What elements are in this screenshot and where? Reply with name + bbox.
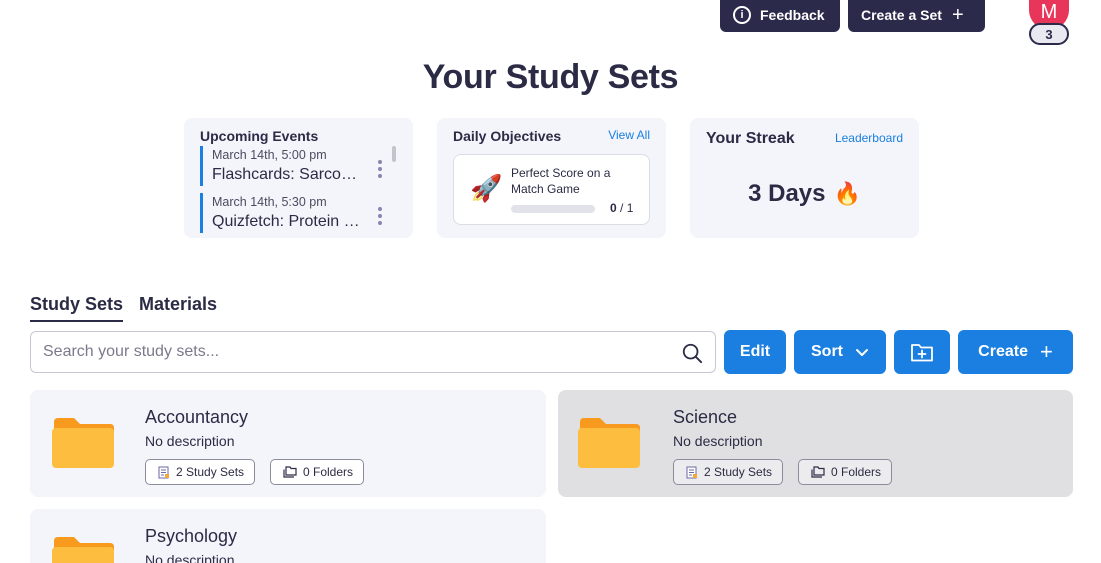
page-title: Your Study Sets	[422, 58, 679, 96]
feedback-label: Feedback	[760, 7, 825, 23]
objective-done: 0	[610, 201, 617, 215]
avatar-initial: M	[1040, 1, 1058, 23]
objective-item[interactable]: 🚀 Perfect Score on a Match Game 0 / 1	[453, 154, 650, 225]
folder-icon	[52, 418, 114, 468]
streak-days: 3 Days	[748, 180, 826, 207]
document-icon	[158, 466, 170, 479]
event-date: March 14th, 5:30 pm	[212, 195, 327, 209]
upcoming-events-title: Upcoming Events	[200, 128, 319, 144]
upcoming-events-card: Upcoming Events March 14th, 5:00 pm Flas…	[184, 118, 413, 238]
folders-count[interactable]: 0 Folders	[798, 459, 893, 485]
study-sets-count[interactable]: 2 Study Sets	[673, 459, 784, 485]
folder-name: Psychology	[145, 526, 238, 546]
folders-icon	[811, 466, 825, 478]
study-sets-count-label: 2 Study Sets	[176, 465, 245, 479]
folder-description: No description	[145, 552, 235, 563]
streak-title: Your Streak	[706, 130, 795, 147]
event-name: Flashcards: Sarcomere Structure	[212, 166, 370, 183]
leaderboard-link[interactable]: Leaderboard	[835, 131, 903, 145]
daily-objectives-title: Daily Objectives	[453, 128, 562, 144]
search-box	[30, 331, 716, 373]
objective-total: / 1	[616, 201, 634, 215]
folder-icon	[578, 418, 640, 468]
create-label: Create	[978, 343, 1028, 360]
folder-card-psychology[interactable]: Psychology No description	[30, 509, 546, 563]
folders-count-label: 0 Folders	[303, 465, 354, 479]
folder-name: Accountancy	[145, 407, 249, 427]
tab-study-sets[interactable]: Study Sets	[30, 294, 124, 322]
view-all-link[interactable]: View All	[608, 128, 650, 142]
event-menu-icon[interactable]	[377, 160, 383, 178]
study-sets-count-label: 2 Study Sets	[704, 465, 773, 479]
folder-card-science[interactable]: Science No description 2 Study Sets 0 Fo…	[558, 390, 1073, 497]
chevron-down-icon	[856, 349, 868, 356]
tabs: Study Sets Materials	[30, 294, 217, 322]
plus-icon: +	[951, 4, 964, 26]
event-item[interactable]: March 14th, 5:30 pm Quizfetch: Protein S…	[200, 193, 370, 233]
objective-text: Perfect Score on a Match Game	[511, 166, 611, 196]
streak-value: 3 Days 🔥	[690, 180, 919, 208]
edit-button[interactable]: Edit	[724, 330, 786, 374]
folder-plus-icon	[911, 344, 933, 362]
create-button[interactable]: Create +	[958, 330, 1073, 374]
fire-icon: 🔥	[833, 181, 861, 206]
search-icon[interactable]	[681, 342, 703, 364]
event-item[interactable]: March 14th, 5:00 pm Flashcards: Sarcomer…	[200, 146, 370, 186]
document-icon	[686, 466, 698, 479]
sort-button[interactable]: Sort	[794, 330, 886, 374]
folders-count[interactable]: 0 Folders	[270, 459, 365, 485]
objective-progress-bar	[511, 205, 595, 213]
event-date: March 14th, 5:00 pm	[212, 148, 327, 162]
folder-description: No description	[673, 433, 763, 449]
event-menu-icon[interactable]	[377, 207, 383, 225]
sort-label: Sort	[811, 343, 843, 360]
create-set-button[interactable]: Create a Set +	[848, 0, 985, 32]
info-icon: i	[733, 6, 751, 24]
folders-icon	[283, 466, 297, 478]
top-bar: i Feedback Create a Set + M 3	[0, 0, 1101, 45]
avatar-badge: 3	[1029, 23, 1069, 45]
plus-icon: +	[1039, 339, 1053, 364]
study-sets-count[interactable]: 2 Study Sets	[145, 459, 256, 485]
feedback-button[interactable]: i Feedback	[720, 0, 840, 32]
daily-objectives-card: Daily Objectives View All 🚀 Perfect Scor…	[437, 118, 666, 238]
folder-icon	[52, 537, 114, 563]
rocket-icon: 🚀	[470, 173, 503, 203]
objective-count: 0 / 1	[610, 201, 633, 215]
folder-name: Science	[673, 407, 738, 427]
new-folder-button[interactable]	[894, 330, 950, 374]
tab-materials[interactable]: Materials	[139, 294, 217, 322]
folder-description: No description	[145, 433, 235, 449]
event-name: Quizfetch: Protein Synthesis	[212, 213, 370, 230]
streak-card: Your Streak Leaderboard 3 Days 🔥	[690, 118, 919, 238]
folders-count-label: 0 Folders	[831, 465, 882, 479]
create-set-label: Create a Set	[861, 7, 942, 23]
events-scrollbar[interactable]	[392, 146, 396, 162]
folder-card-accountancy[interactable]: Accountancy No description 2 Study Sets …	[30, 390, 546, 497]
search-input[interactable]	[43, 332, 663, 372]
